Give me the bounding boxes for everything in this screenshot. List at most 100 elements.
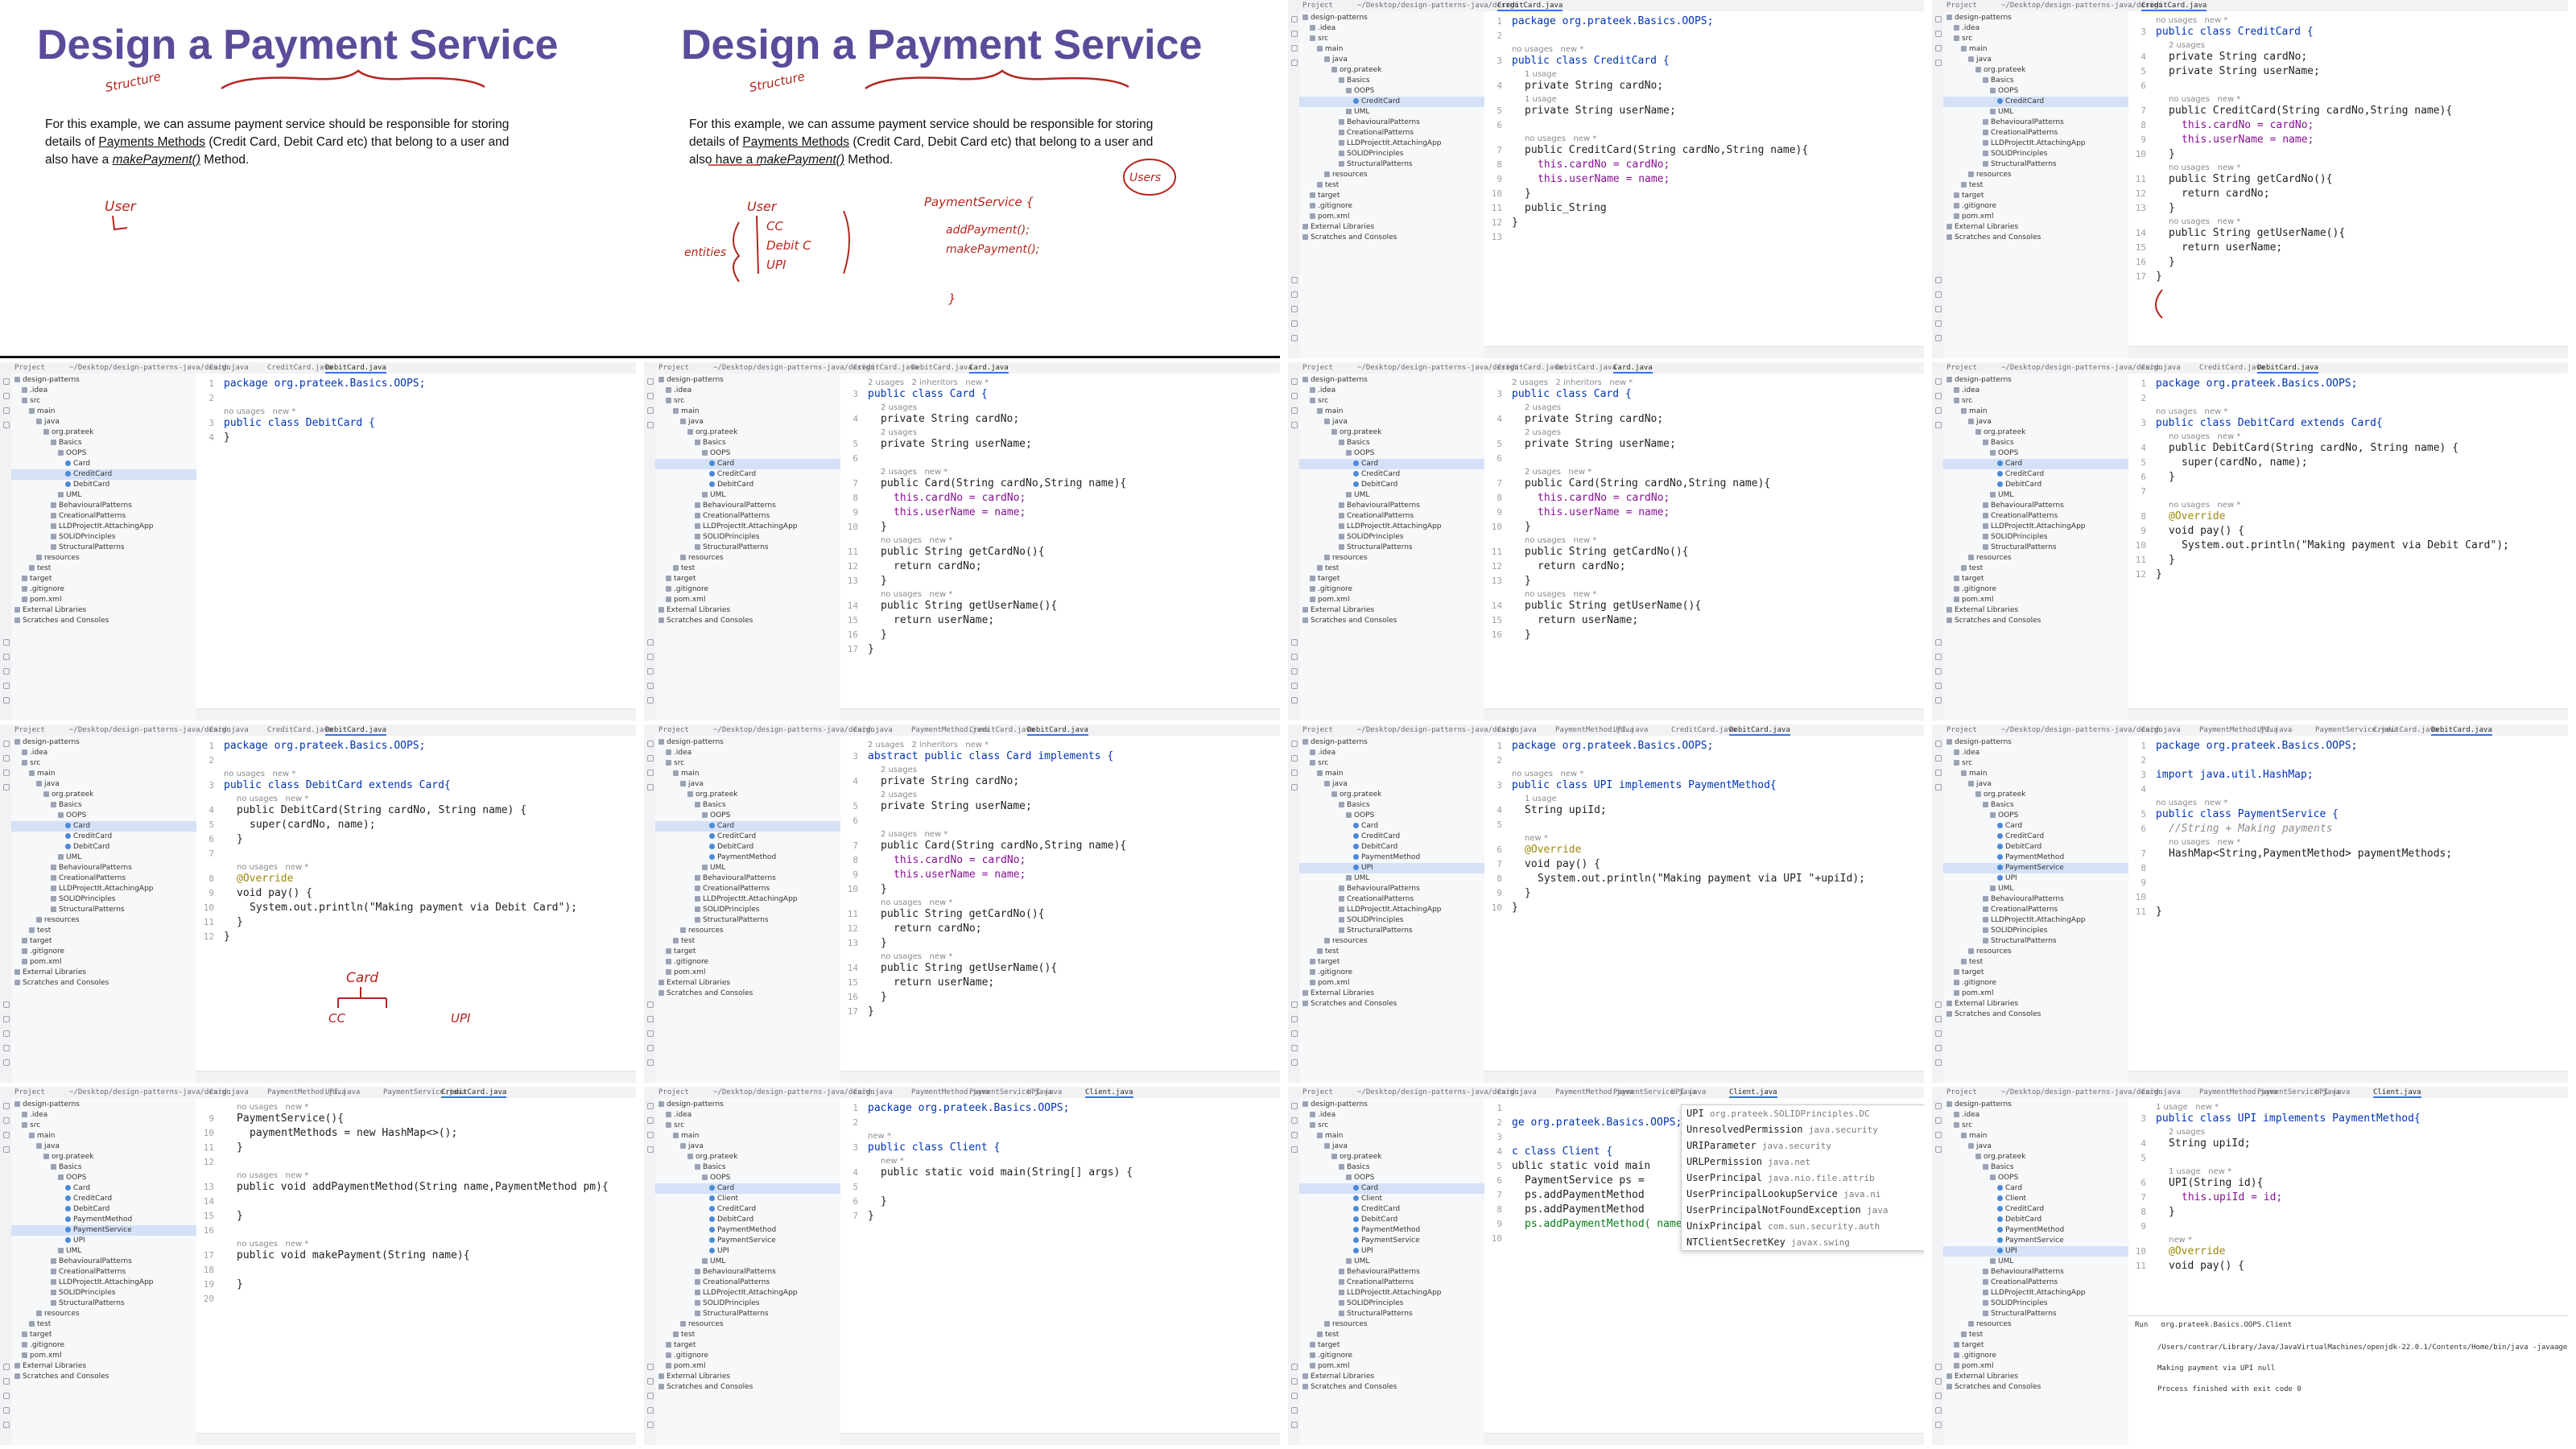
tree-item[interactable]: target [11,574,196,584]
tree-item[interactable]: CreationalPatterns [1943,905,2128,915]
tool-icon[interactable] [1935,770,1942,776]
tree-item[interactable]: org.prateek [11,1152,196,1162]
tree-item[interactable]: External Libraries [1943,1372,2128,1382]
code-line[interactable]: System.out.println("Making payment via U… [1512,872,1924,886]
tree-item[interactable]: StructuralPatterns [655,1309,840,1319]
tool-icon[interactable] [3,639,10,646]
code-editor[interactable]: 3 4 5 6 7 8 9 10 11 12 13 14 15 16 2 usages 2 inherito… [1484,374,1924,720]
code-line[interactable]: return cardNo; [868,922,1280,936]
tree-item[interactable]: DebitCard [1943,842,2128,852]
tree-item[interactable]: design-patterns [1299,13,1484,23]
tool-icon[interactable] [647,755,654,762]
tree-item[interactable]: External Libraries [655,605,840,616]
code-line[interactable]: public_String [1512,201,1924,216]
tree-item[interactable]: org.prateek [11,790,196,800]
tool-icon[interactable] [1935,306,1942,312]
tool-icon[interactable] [1291,770,1298,776]
tool-icon[interactable] [647,1378,654,1385]
tree-item[interactable]: UML [1299,1257,1484,1267]
tree-item[interactable]: OOPS [11,448,196,459]
code-line[interactable]: } [2156,147,2568,162]
code-line[interactable]: public CreditCard(String cardNo,String n… [1512,143,1924,158]
tree-item[interactable]: Card [11,459,196,469]
tree-item[interactable]: target [1943,574,2128,584]
tree-item[interactable]: UML [655,1257,840,1267]
tree-item[interactable]: StructuralPatterns [1299,1309,1484,1319]
code-line[interactable]: this.cardNo = cardNo; [1512,491,1924,506]
tree-item[interactable]: DebitCard [1943,480,2128,490]
tree-item[interactable]: CreditCard [11,1194,196,1204]
editor-tab[interactable]: Client.java [2373,1088,2421,1098]
tree-item[interactable]: PaymentMethod [1299,852,1484,863]
tool-icon[interactable] [1935,1045,1942,1051]
tool-icon[interactable] [3,407,10,414]
code-line[interactable]: return cardNo; [2156,187,2568,201]
tree-item[interactable]: OOPS [1299,86,1484,97]
tree-item[interactable]: design-patterns [11,375,196,386]
tree-item[interactable]: main [1299,1131,1484,1141]
tree-item[interactable]: java [655,417,840,427]
tool-icon[interactable] [1935,1117,1942,1124]
tree-item[interactable]: PaymentMethod [655,852,840,863]
tool-icon[interactable] [647,378,654,385]
code-line[interactable]: } [224,1141,636,1155]
code-line[interactable]: } [2156,270,2568,284]
tree-item[interactable]: src [11,758,196,769]
tree-item[interactable]: External Libraries [1299,1372,1484,1382]
tree-item[interactable]: DebitCard [1299,1215,1484,1225]
tree-item[interactable]: main [1299,407,1484,417]
tool-icon[interactable] [1291,784,1298,791]
tool-icon[interactable] [1291,320,1298,327]
code-line[interactable]: } [1512,574,1924,588]
tool-icon[interactable] [3,1378,10,1385]
tree-item[interactable]: CreditCard [11,832,196,842]
tree-item[interactable]: org.prateek [655,1152,840,1162]
tree-item[interactable]: StructuralPatterns [1299,926,1484,936]
tree-item[interactable]: src [655,1121,840,1131]
tree-item[interactable]: CreditCard [655,832,840,842]
code-line[interactable]: private String userName; [868,437,1280,452]
tree-item[interactable]: UPI [11,1236,196,1246]
tool-icon[interactable] [647,422,654,428]
tool-icon[interactable] [1291,654,1298,660]
code-line[interactable] [224,753,636,768]
code-line[interactable]: } [1512,628,1924,642]
editor-tab[interactable]: CreditCard.java [2373,726,2438,734]
code-line[interactable] [224,1195,636,1209]
tree-item[interactable]: .gitignore [655,584,840,595]
project-tab[interactable]: Project [1946,2,1977,10]
code-editor[interactable]: 1 2 3 4 5 6 7 8 9 10 11 12 package org.prateek.Basic… [196,736,636,1083]
code-line[interactable]: } [868,1005,1280,1019]
tree-item[interactable]: LLDProjectIt.AttachingApp [1943,915,2128,926]
tree-item[interactable]: Scratches and Consoles [11,978,196,989]
editor-tab[interactable]: UPI.java [2315,1088,2350,1096]
tree-item[interactable]: BehaviouralPatterns [655,501,840,511]
editor-tab[interactable]: CreditCard.java [1497,2,1563,11]
code-line[interactable]: } [224,431,636,445]
tree-item[interactable]: LLDProjectIt.AttachingApp [11,522,196,532]
tree-item[interactable]: UML [1943,1257,2128,1267]
tree-item[interactable]: design-patterns [1943,375,2128,386]
tree-item[interactable]: pom.xml [1299,212,1484,222]
tool-icon[interactable] [1291,1132,1298,1138]
tool-icon[interactable] [1291,1045,1298,1051]
code-line[interactable]: super(cardNo, name); [2156,456,2568,470]
code-line[interactable]: } [868,882,1280,897]
code-line[interactable]: private String cardNo; [868,412,1280,427]
tree-item[interactable]: resources [1943,947,2128,957]
tree-item[interactable]: .idea [1299,1110,1484,1121]
tree-item[interactable]: test [1943,1330,2128,1340]
tree-item[interactable]: .gitignore [11,1340,196,1351]
code-line[interactable]: return cardNo; [868,559,1280,574]
code-line[interactable]: super(cardNo, name); [224,818,636,832]
tool-icon[interactable] [1935,697,1942,704]
tree-item[interactable]: src [1943,758,2128,769]
tool-icon[interactable] [647,1016,654,1022]
code-line[interactable] [868,452,1280,466]
tree-item[interactable]: LLDProjectIt.AttachingApp [11,884,196,894]
editor-tab[interactable]: UPI.java [1613,726,1648,734]
tool-icon[interactable] [647,1407,654,1414]
tree-item[interactable]: test [1299,947,1484,957]
tree-item[interactable]: UML [1943,107,2128,118]
tool-icon[interactable] [647,784,654,791]
